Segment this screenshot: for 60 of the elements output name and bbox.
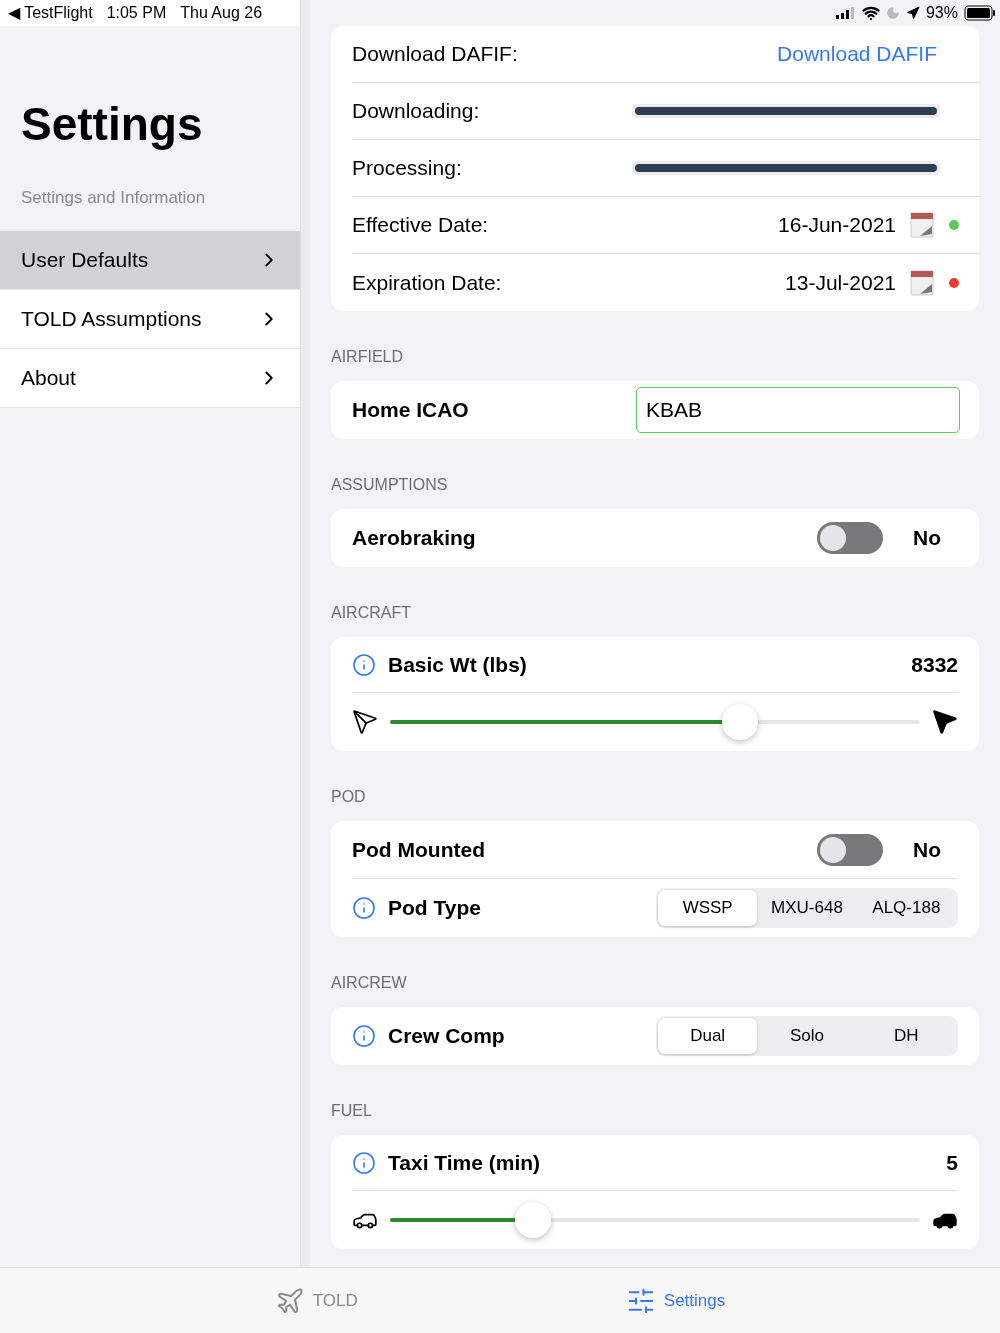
row-label: Crew Comp [388,1023,506,1050]
row-label: Downloading: [352,98,481,125]
download-link[interactable]: Download DAFIF [777,38,937,70]
segment-option[interactable]: WSSP [658,890,758,926]
segment-option[interactable]: ALQ-188 [856,890,956,926]
status-time: 1:05 PM [106,3,167,23]
row-label: Pod Mounted [352,836,486,863]
sidebar-title: Settings [21,97,204,152]
calendar-icon [910,269,934,296]
slider-thumb[interactable] [721,704,758,740]
paper-plane-filled-icon [932,709,958,735]
info-icon[interactable] [352,1150,376,1175]
location-icon [905,6,920,20]
info-icon[interactable] [352,652,376,677]
segment-option[interactable]: Solo [757,1018,857,1054]
slider-thumb[interactable] [515,1202,552,1238]
slider-track[interactable] [390,720,920,724]
toggle-switch[interactable] [817,522,883,554]
info-icon[interactable] [352,896,376,920]
tab-item[interactable]: Settings [625,1285,726,1316]
toggle-value: No [912,836,942,863]
section-header: ASSUMPTIONS [331,475,449,495]
sidebar-item[interactable]: About [0,348,300,408]
moon-icon [885,6,900,20]
sidebar-item[interactable]: TOLD Assumptions [0,289,300,349]
toggle-value: No [912,525,942,552]
sidebar-subtitle: Settings and Information [21,187,207,209]
status-date: Thu Aug 26 [180,3,263,23]
battery-percent: 93% [925,3,958,23]
row-label: Aerobraking [352,525,477,552]
signal-icon [835,7,856,19]
row-label: Effective Date: [352,212,490,239]
row-label: Download DAFIF: [352,41,519,68]
row-value: 8332 [911,651,958,678]
section-header: POD [331,787,367,807]
section-header: AIRFIELD [331,347,404,367]
row-label: Processing: [352,155,463,182]
date-value: 13-Jul-2021 [785,269,896,296]
back-link[interactable]: ◀ TestFlight [8,1,93,25]
input-field[interactable]: KBAB [636,387,960,433]
battery-icon [964,5,996,21]
info-icon[interactable] [352,1024,376,1048]
section-header: FUEL [331,1101,373,1121]
paper-plane-outline-icon [352,709,378,735]
calendar-icon [910,212,934,238]
row-label: Expiration Date: [352,269,503,296]
row-label: Home ICAO [352,397,470,424]
segment-option[interactable]: MXU-648 [757,890,857,926]
row-label: Taxi Time (min) [388,1149,542,1176]
segment-option[interactable]: DH [856,1018,956,1054]
row-value: 5 [946,1149,958,1176]
segment-option[interactable]: Dual [658,1018,758,1054]
wifi-icon [861,4,880,22]
toggle-switch[interactable] [817,833,883,866]
row-label: Pod Type [388,895,482,922]
section-header: AIRCREW [331,973,408,993]
row-label: Basic Wt (lbs) [388,651,528,678]
sidebar-item[interactable]: User Defaults [0,230,300,290]
section-header: AIRCRAFT [331,603,412,623]
date-value: 16-Jun-2021 [778,212,896,239]
